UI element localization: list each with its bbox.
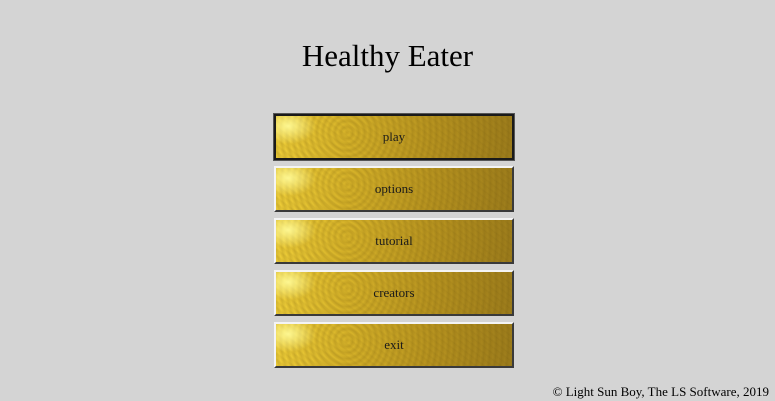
options-button[interactable]: options xyxy=(274,166,514,212)
play-button[interactable]: play xyxy=(273,113,515,161)
options-button-label: options xyxy=(374,181,414,196)
exit-button-label: exit xyxy=(384,337,404,352)
tutorial-button[interactable]: tutorial xyxy=(274,218,514,264)
creators-button[interactable]: creators xyxy=(274,270,514,316)
creators-button-label: creators xyxy=(373,285,415,300)
copyright-notice: © Light Sun Boy, The LS Software, 2019 xyxy=(552,384,769,399)
main-menu: play options tutorial creators exit xyxy=(273,113,515,374)
play-button-label: play xyxy=(382,129,406,144)
exit-button[interactable]: exit xyxy=(274,322,514,368)
tutorial-button-label: tutorial xyxy=(375,233,413,248)
game-title: Healthy Eater xyxy=(301,38,474,73)
